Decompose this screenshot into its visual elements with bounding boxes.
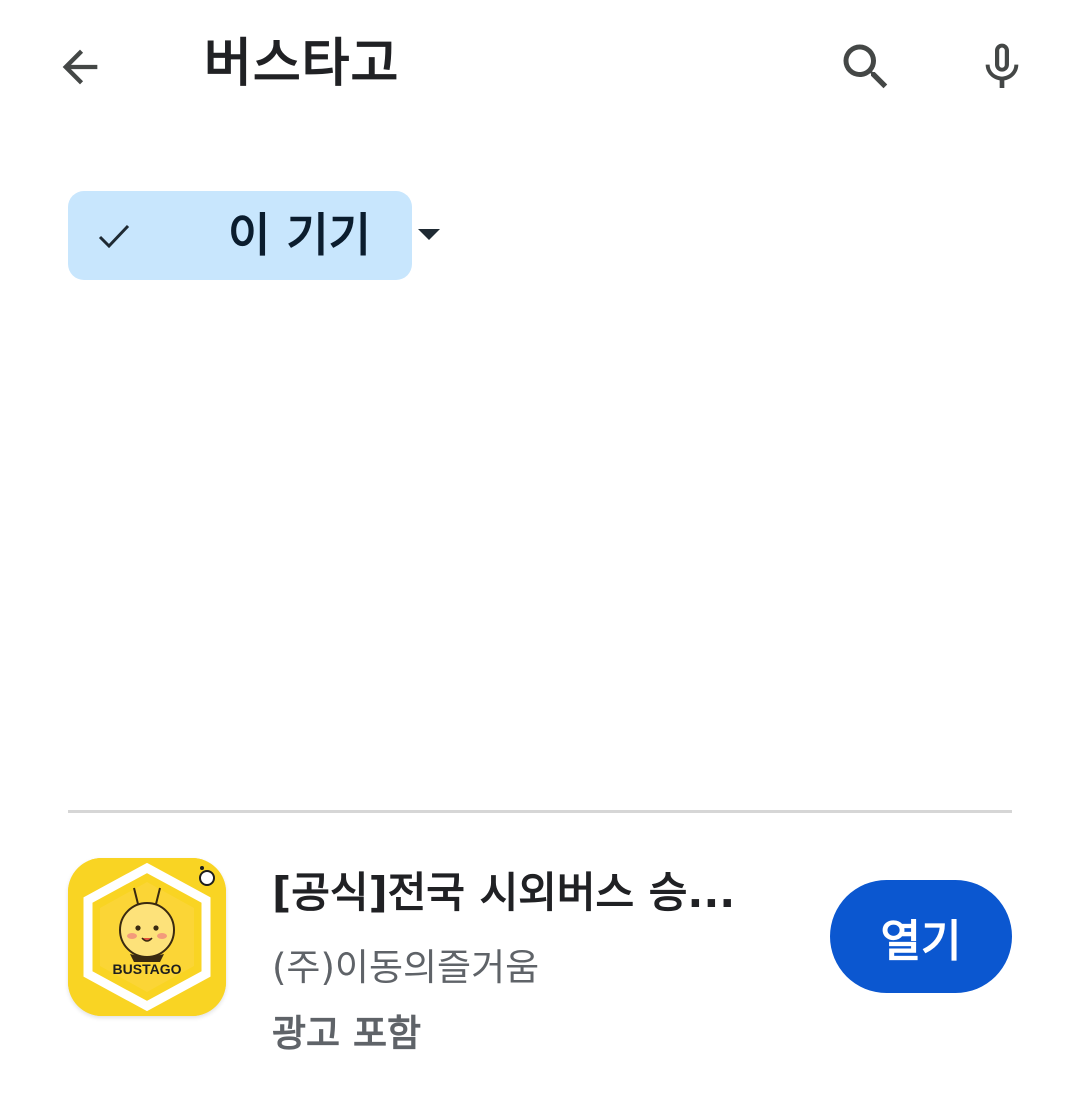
top-app-bar: 버스타고 bbox=[0, 0, 1080, 130]
mic-icon bbox=[985, 43, 1019, 88]
check-icon bbox=[98, 224, 130, 249]
developer-name: (주)이동의즐거움 bbox=[272, 946, 540, 989]
open-button[interactable]: 열기 bbox=[830, 880, 1012, 993]
arrow-back-icon bbox=[62, 49, 98, 85]
app-icon[interactable]: BUSTAGO bbox=[68, 858, 226, 1016]
back-button[interactable] bbox=[40, 27, 120, 107]
divider bbox=[68, 810, 1012, 813]
search-query-text[interactable]: 버스타고 bbox=[204, 30, 399, 98]
device-filter-chip[interactable]: 이 기기 bbox=[68, 191, 440, 280]
chip-label: 이 기기 bbox=[228, 208, 371, 262]
search-icon bbox=[843, 44, 888, 89]
dropdown-caret-icon bbox=[418, 229, 440, 240]
bustago-logo: BUSTAGO bbox=[68, 858, 226, 1016]
app-name[interactable]: [공식]전국 시외버스 승... bbox=[272, 862, 802, 924]
app-icon-text: BUSTAGO bbox=[113, 961, 182, 977]
voice-search-button[interactable] bbox=[962, 27, 1042, 107]
search-button[interactable] bbox=[826, 27, 906, 107]
contains-ads-label: 광고 포함 bbox=[272, 1012, 422, 1055]
